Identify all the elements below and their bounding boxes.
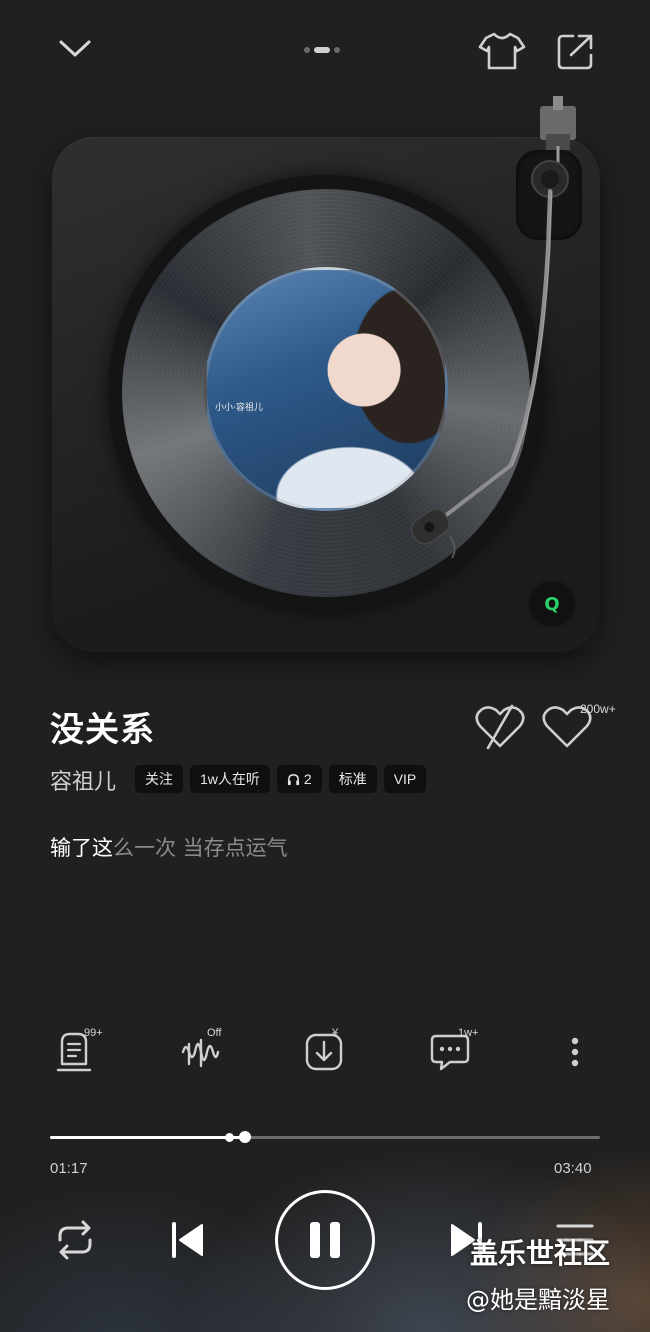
current-lyric[interactable]: 输了这么一次 当存点运气 (50, 832, 288, 862)
pause-button[interactable] (275, 1190, 375, 1290)
more-vertical-icon[interactable] (568, 1036, 582, 1068)
comments-badge: 1w+ (458, 1027, 479, 1039)
download-badge: ¥ (332, 1027, 339, 1039)
song-title: 没关系 (50, 710, 155, 750)
headphones-count: 2 (303, 771, 312, 787)
tonearm-icon (400, 96, 600, 566)
follow-button[interactable]: 关注 (135, 765, 183, 793)
song-tags: 关注 1w人在听 2 标准 VIP (135, 765, 427, 793)
quality-q-badge[interactable]: Q (530, 582, 574, 626)
share-icon[interactable] (555, 31, 597, 73)
listeners-tag[interactable]: 1w人在听 (190, 765, 270, 793)
artist-name[interactable]: 容祖儿 (50, 764, 116, 796)
sound-effect-waveform-icon[interactable] (180, 1034, 220, 1070)
page-indicator (304, 47, 340, 53)
current-time: 01:17 (50, 1160, 88, 1177)
tshirt-theme-icon[interactable] (478, 30, 526, 72)
repeat-loop-icon[interactable] (52, 1218, 98, 1262)
total-time: 03:40 (554, 1160, 592, 1177)
collapse-chevron-down-icon[interactable] (58, 36, 92, 62)
dislike-broken-heart-icon[interactable] (474, 704, 526, 750)
sound-effect-badge: Off (207, 1027, 222, 1039)
headphones-tag[interactable]: 2 (276, 765, 322, 793)
lyric-remaining-part: 么一次 当存点运气 (113, 836, 288, 860)
vip-tag[interactable]: VIP (383, 765, 427, 793)
page-dot (334, 47, 340, 53)
page-dot (304, 47, 310, 53)
previous-track-icon[interactable] (168, 1220, 208, 1260)
headphones-icon (287, 773, 299, 785)
watermark-community: 盖乐世社区 (470, 1237, 611, 1270)
progress-buffer-marker (225, 1133, 234, 1142)
watermark-author: @她是黯淡星 (466, 1286, 610, 1314)
playlist-badge: 99+ (84, 1027, 103, 1039)
pause-bar-icon (330, 1222, 340, 1258)
quality-tag[interactable]: 标准 (328, 765, 377, 793)
like-count: 200w+ (580, 702, 616, 716)
progress-thumb[interactable] (239, 1131, 251, 1143)
page-dot-active (314, 47, 330, 53)
pause-bar-icon (310, 1222, 320, 1258)
lyric-sung-part: 输了这 (50, 836, 113, 860)
progress-track[interactable] (50, 1136, 600, 1139)
album-label-text: 小小·容祖儿 (215, 403, 263, 413)
progress-played (50, 1136, 243, 1139)
